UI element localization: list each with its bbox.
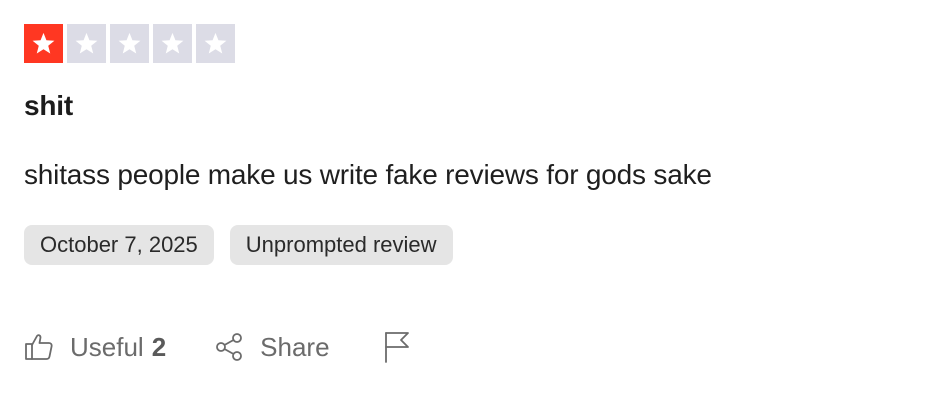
review-actions: Useful 2 Share xyxy=(24,327,922,367)
review-text: shitass people make us write fake review… xyxy=(24,159,712,190)
report-button[interactable] xyxy=(382,330,412,364)
thumbs-up-icon xyxy=(24,332,54,362)
star-5 xyxy=(196,24,235,63)
share-icon xyxy=(214,332,244,362)
useful-button[interactable]: Useful 2 xyxy=(24,332,166,363)
star-icon xyxy=(204,32,227,54)
star-1 xyxy=(24,24,63,63)
useful-count: 2 xyxy=(151,331,167,362)
star-icon xyxy=(161,32,184,54)
share-label: Share xyxy=(260,331,330,362)
share-button[interactable]: Share xyxy=(214,331,330,363)
flag-icon xyxy=(382,330,412,364)
star-3 xyxy=(110,24,149,63)
star-2 xyxy=(67,24,106,63)
review-card: shit shitass people make us write fake r… xyxy=(24,24,922,367)
useful-label: Useful xyxy=(70,331,144,362)
star-rating xyxy=(24,24,922,63)
star-icon xyxy=(32,32,55,54)
star-icon xyxy=(118,32,141,54)
star-icon xyxy=(75,32,98,54)
date-chip: October 7, 2025 xyxy=(24,225,214,265)
star-4 xyxy=(153,24,192,63)
review-meta: October 7, 2025 Unprompted review xyxy=(24,225,922,265)
review-title: shit xyxy=(24,90,73,121)
review-type-chip: Unprompted review xyxy=(229,225,453,265)
